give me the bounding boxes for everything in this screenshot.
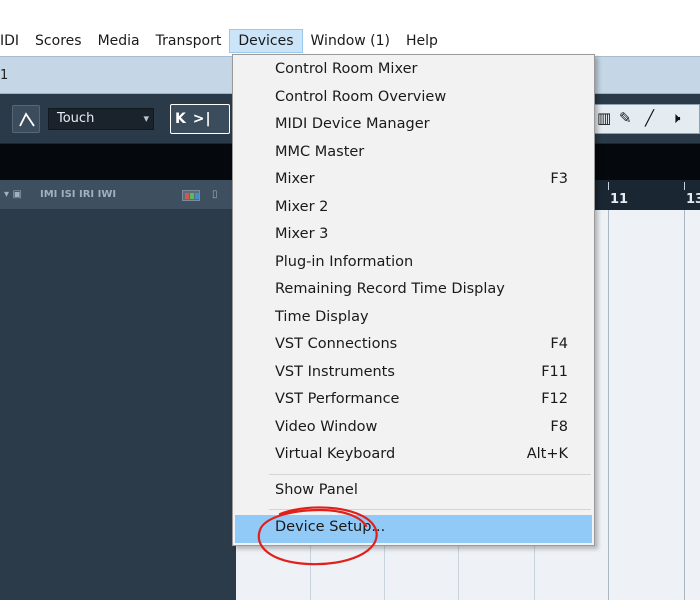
menu-item-vst-connections[interactable]: VST Connections F4: [235, 332, 592, 360]
menu-transport[interactable]: Transport: [148, 29, 230, 53]
menu-item-shortcut: Alt+K: [526, 446, 568, 462]
menu-item-label: Video Window: [275, 418, 378, 435]
speaker-tool-icon[interactable]: 🕨: [671, 109, 680, 127]
menu-item-label: Virtual Keyboard: [275, 446, 396, 462]
menu-item-label: Control Room Mixer: [275, 61, 418, 77]
line-tool-icon[interactable]: ╱: [645, 109, 654, 127]
menu-item-label: Plug-in Information: [275, 253, 414, 270]
automation-mode-select[interactable]: Touch ▾: [48, 108, 154, 130]
menu-devices[interactable]: Devices: [229, 29, 303, 53]
grid-line: [684, 210, 685, 600]
locator-label: K >|: [175, 111, 212, 127]
glue-tool-icon[interactable]: ▥: [597, 109, 611, 127]
menu-item-control-room-overview[interactable]: Control Room Overview: [235, 85, 592, 113]
menu-item-shortcut: F12: [541, 391, 568, 407]
pencil-tool-icon[interactable]: ✎: [619, 109, 632, 127]
locator-buttons[interactable]: K >|: [170, 104, 230, 134]
track-type-buttons-icon[interactable]: IMI ISI IRI IWI: [40, 189, 116, 201]
menu-item-label: VST Connections: [275, 336, 398, 352]
menu-item-remaining-record-time[interactable]: Remaining Record Time Display: [235, 277, 592, 305]
menu-item-midi-device-manager[interactable]: MIDI Device Manager: [235, 112, 592, 140]
track-list-header: ▾ ▣ IMI ISI IRI IWI ▯: [0, 180, 236, 210]
filter-icon[interactable]: ▾ ▣: [4, 189, 22, 201]
menu-item-virtual-keyboard[interactable]: Virtual Keyboard Alt+K: [235, 442, 592, 470]
menu-item-plug-in-information[interactable]: Plug-in Information: [235, 250, 592, 278]
menu-item-label: Mixer 3: [275, 226, 329, 242]
track-list: [0, 210, 236, 600]
menu-window[interactable]: Window (1): [303, 29, 398, 53]
menu-item-label: Mixer: [275, 171, 315, 187]
devices-menu: Control Room Mixer Control Room Overview…: [232, 54, 595, 546]
menu-midi[interactable]: IDI: [0, 29, 27, 53]
divider-icon: ▯: [212, 189, 218, 200]
menu-item-time-display[interactable]: Time Display: [235, 305, 592, 333]
menu-item-shortcut: F11: [541, 363, 568, 380]
menu-item-mixer-3[interactable]: Mixer 3: [235, 222, 592, 250]
menu-separator: [269, 509, 591, 510]
menu-separator: [269, 474, 591, 475]
menu-item-device-setup[interactable]: Device Setup...: [235, 515, 592, 543]
menu-item-label: Time Display: [275, 308, 369, 325]
menu-item-video-window[interactable]: Video Window F8: [235, 415, 592, 443]
menu-item-label: Device Setup...: [275, 519, 386, 535]
ruler-bar-number: 11: [610, 192, 629, 207]
automation-mode-value: Touch: [57, 111, 95, 126]
menu-help[interactable]: Help: [398, 29, 446, 53]
chevron-down-icon: ▾: [143, 112, 149, 125]
ruler-tick: [684, 182, 685, 190]
menu-item-show-panel[interactable]: Show Panel: [235, 478, 592, 506]
menu-item-shortcut: F4: [550, 336, 568, 352]
grid-line: [608, 210, 609, 600]
automation-curve-icon: [19, 112, 35, 127]
menu-item-mmc-master[interactable]: MMC Master: [235, 140, 592, 168]
menu-item-label: MMC Master: [275, 143, 365, 160]
menu-item-mixer-2[interactable]: Mixer 2: [235, 195, 592, 223]
tool-buttons: ▥ ✎ ╱ 🕨: [594, 104, 700, 134]
menu-item-shortcut: F8: [550, 418, 568, 435]
menu-item-label: Remaining Record Time Display: [275, 281, 505, 297]
menu-item-vst-performance[interactable]: VST Performance F12: [235, 387, 592, 415]
menu-bar: IDI Scores Media Transport Devices Windo…: [0, 28, 700, 54]
menu-item-label: MIDI Device Manager: [275, 116, 430, 132]
menu-item-label: Mixer 2: [275, 198, 329, 215]
menu-item-vst-instruments[interactable]: VST Instruments F11: [235, 360, 592, 388]
ruler-bar-number: 13: [686, 192, 700, 207]
track-color-icon[interactable]: [182, 190, 200, 201]
menu-item-control-room-mixer[interactable]: Control Room Mixer: [235, 57, 592, 85]
menu-item-label: Show Panel: [275, 482, 358, 498]
ruler-tick: [608, 182, 609, 190]
menu-item-label: VST Instruments: [275, 363, 395, 380]
menu-item-mixer[interactable]: Mixer F3: [235, 167, 592, 195]
menu-media[interactable]: Media: [90, 29, 148, 53]
menu-item-label: VST Performance: [275, 391, 400, 407]
menu-item-label: Control Room Overview: [275, 88, 447, 105]
automation-mode-button[interactable]: [12, 105, 40, 133]
menu-scores[interactable]: Scores: [27, 29, 90, 53]
menu-item-shortcut: F3: [550, 171, 568, 187]
project-title: 1: [0, 68, 9, 83]
